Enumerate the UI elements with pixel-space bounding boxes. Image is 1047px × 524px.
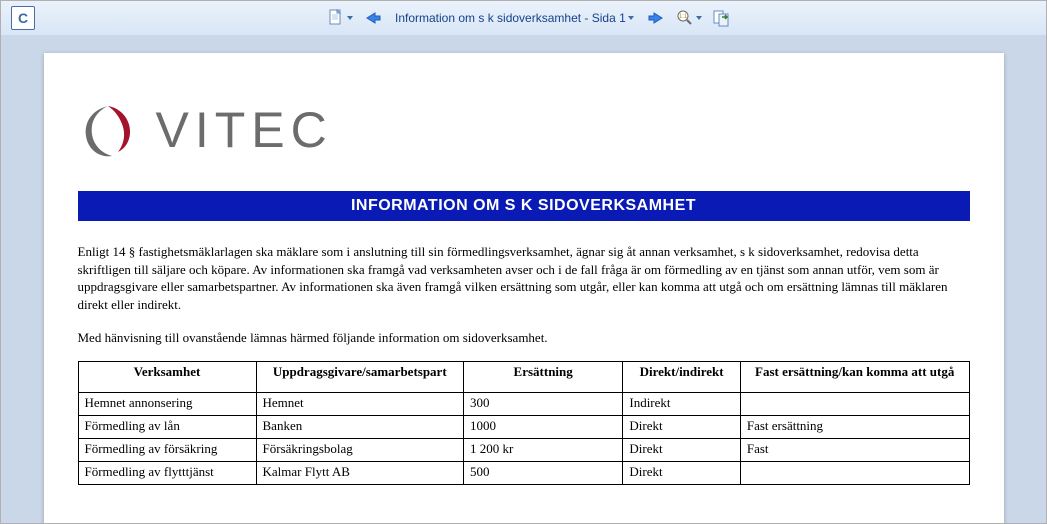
cell: Hemnet annonsering — [78, 392, 256, 415]
cell: Fast — [740, 438, 969, 461]
table-header-row: Verksamhet Uppdragsgivare/samarbetspart … — [78, 361, 969, 392]
col-header: Fast ersättning/kan komma att utgå — [740, 361, 969, 392]
chevron-down-icon — [696, 16, 702, 20]
table-row: Förmedling av lån Banken 1000 Direkt Fas… — [78, 415, 969, 438]
app-window: C Information om s k sidoverksam — [0, 0, 1047, 524]
cell — [740, 392, 969, 415]
app-logo-icon: C — [11, 6, 35, 30]
page-indicator[interactable]: Information om s k sidoverksamhet - Sida… — [389, 5, 640, 31]
activities-table: Verksamhet Uppdragsgivare/samarbetspart … — [78, 361, 970, 485]
cell: 300 — [463, 392, 622, 415]
next-page-button[interactable] — [642, 5, 670, 31]
cell — [740, 461, 969, 484]
cell: Direkt — [623, 415, 741, 438]
page-indicator-text: Information om s k sidoverksamhet - Sida… — [395, 11, 626, 25]
cell: Direkt — [623, 461, 741, 484]
svg-text:1:1: 1:1 — [679, 14, 688, 20]
table-row: Förmedling av försäkring Försäkringsbola… — [78, 438, 969, 461]
intro-paragraph-2: Med hänvisning till ovanstående lämnas h… — [78, 329, 970, 347]
cell: Förmedling av lån — [78, 415, 256, 438]
table-row: Förmedling av flytttjänst Kalmar Flytt A… — [78, 461, 969, 484]
document-title: INFORMATION OM S K SIDOVERKSAMHET — [78, 191, 970, 221]
logo: VITEC — [78, 95, 970, 165]
intro-paragraph-1: Enligt 14 § fastighetsmäklarlagen ska mä… — [78, 243, 970, 313]
col-header: Uppdragsgivare/samarbetspart — [256, 361, 463, 392]
cell: Hemnet — [256, 392, 463, 415]
cell: Direkt — [623, 438, 741, 461]
document-viewport[interactable]: VITEC INFORMATION OM S K SIDOVERKSAMHET … — [1, 35, 1046, 523]
page-button[interactable] — [323, 5, 357, 31]
document-page: VITEC INFORMATION OM S K SIDOVERKSAMHET … — [44, 53, 1004, 523]
cell: 1000 — [463, 415, 622, 438]
prev-page-button[interactable] — [359, 5, 387, 31]
cell: 500 — [463, 461, 622, 484]
col-header: Direkt/indirekt — [623, 361, 741, 392]
cell: Indirekt — [623, 392, 741, 415]
chevron-down-icon — [347, 16, 353, 20]
cell: Kalmar Flytt AB — [256, 461, 463, 484]
arrow-left-icon — [363, 10, 383, 26]
logo-text: VITEC — [156, 101, 333, 159]
arrow-right-icon — [646, 10, 666, 26]
cell: Banken — [256, 415, 463, 438]
export-button[interactable] — [708, 5, 736, 31]
cell: Fast ersättning — [740, 415, 969, 438]
magnifier-icon: 1:1 — [676, 9, 694, 27]
zoom-button[interactable]: 1:1 — [672, 5, 706, 31]
cell: 1 200 kr — [463, 438, 622, 461]
export-icon — [712, 9, 732, 27]
col-header: Verksamhet — [78, 361, 256, 392]
table-row: Hemnet annonsering Hemnet 300 Indirekt — [78, 392, 969, 415]
toolbar-center: Information om s k sidoverksamhet - Sida… — [323, 5, 736, 31]
col-header: Ersättning — [463, 361, 622, 392]
toolbar: C Information om s k sidoverksam — [1, 1, 1046, 36]
logo-mark-icon — [78, 100, 138, 160]
cell: Försäkringsbolag — [256, 438, 463, 461]
table-body: Hemnet annonsering Hemnet 300 Indirekt F… — [78, 392, 969, 484]
app-icon[interactable]: C — [7, 5, 39, 31]
page-icon — [327, 9, 345, 27]
chevron-down-icon — [628, 16, 634, 20]
cell: Förmedling av försäkring — [78, 438, 256, 461]
cell: Förmedling av flytttjänst — [78, 461, 256, 484]
